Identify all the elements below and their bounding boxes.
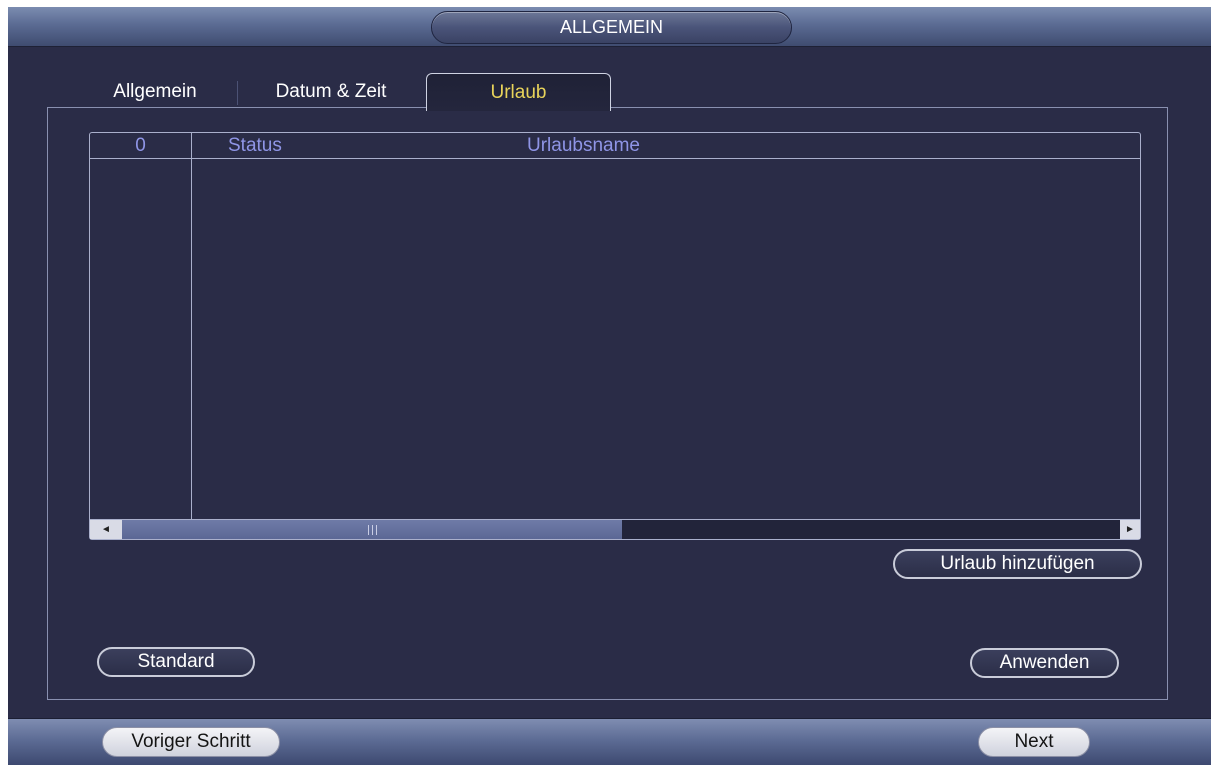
column-header-holiday-name[interactable]: Urlaubsname — [527, 135, 640, 157]
column-header-index[interactable]: 0 — [90, 135, 191, 157]
grip-icon — [367, 524, 377, 535]
tab-allgemein[interactable]: Allgemein — [75, 74, 235, 110]
horizontal-scrollbar[interactable]: ◄ ► — [90, 519, 1140, 539]
scroll-right-arrow-icon[interactable]: ► — [1120, 520, 1140, 539]
header-bar: ALLGEMEIN — [8, 7, 1211, 47]
footer-bar: Voriger Schritt Next — [8, 718, 1211, 765]
scrollbar-thumb[interactable] — [122, 520, 622, 539]
setup-wizard-window: ALLGEMEIN Allgemein Datum & Zeit Urlaub … — [8, 7, 1211, 765]
tab-urlaub[interactable]: Urlaub — [426, 73, 611, 111]
window-title: ALLGEMEIN — [431, 11, 792, 44]
holiday-table: 0 Status Urlaubsname ◄ ► — [89, 132, 1141, 540]
next-button[interactable]: Next — [978, 727, 1090, 757]
add-holiday-button[interactable]: Urlaub hinzufügen — [893, 549, 1142, 579]
tab-datum-zeit[interactable]: Datum & Zeit — [236, 74, 426, 110]
previous-step-button[interactable]: Voriger Schritt — [102, 727, 280, 757]
column-divider — [191, 133, 192, 519]
default-button[interactable]: Standard — [97, 647, 255, 677]
table-header: 0 Status Urlaubsname — [90, 133, 1140, 159]
scroll-left-arrow-icon[interactable]: ◄ — [90, 520, 122, 539]
apply-button[interactable]: Anwenden — [970, 648, 1119, 678]
column-header-status[interactable]: Status — [228, 135, 282, 157]
